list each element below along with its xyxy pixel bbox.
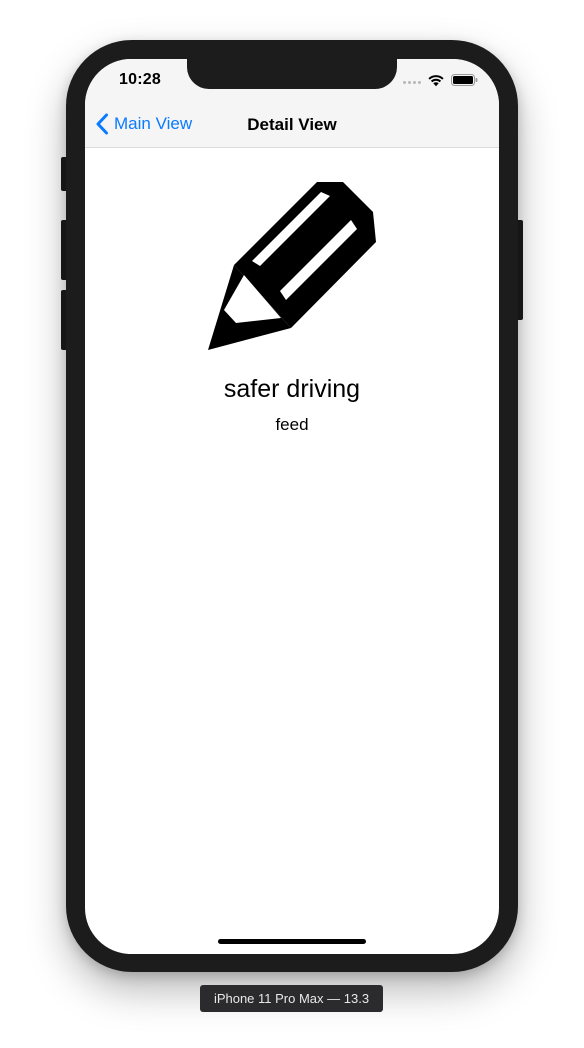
device-screen: 10:28 Main View Detail View safer drivin…: [85, 59, 499, 954]
pencil-icon: [208, 182, 376, 350]
simulator-stage: 10:28 Main View Detail View safer drivin…: [0, 0, 584, 1048]
detail-title: safer driving: [223, 375, 361, 403]
wifi-icon: [428, 75, 444, 87]
detail-subtitle: feed: [275, 415, 309, 434]
device-notch: [187, 59, 397, 89]
navigation-bar: Main View Detail View: [85, 103, 499, 148]
device-label: iPhone 11 Pro Max — 13.3: [200, 985, 383, 1012]
status-time: 10:28: [119, 71, 161, 88]
home-indicator[interactable]: [218, 939, 366, 944]
battery-icon: [451, 74, 478, 86]
no-signal-icon: [403, 81, 421, 84]
page-title: Detail View: [247, 115, 337, 134]
